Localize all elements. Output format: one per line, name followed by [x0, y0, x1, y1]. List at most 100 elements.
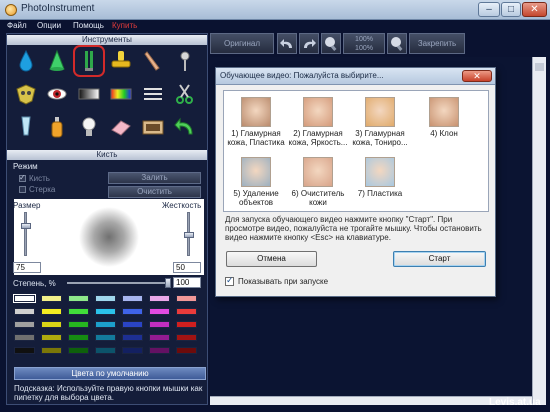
- gradient-tool-icon[interactable]: [76, 81, 102, 107]
- menu-buy[interactable]: Купить: [112, 21, 137, 30]
- color-swatch[interactable]: [95, 347, 116, 354]
- show-on-startup-checkbox[interactable]: [225, 275, 234, 286]
- redo-button[interactable]: [299, 33, 319, 54]
- tube-tool-icon[interactable]: [13, 114, 39, 140]
- bottle-tool-icon[interactable]: [44, 114, 70, 140]
- left-panel: Инструменты Кисть Режим ✓ Кисть Стерка З…: [6, 33, 208, 405]
- color-swatch[interactable]: [95, 308, 116, 315]
- color-swatch[interactable]: [122, 308, 143, 315]
- opacity-slider[interactable]: [67, 278, 171, 288]
- mode-brush-radio[interactable]: [19, 173, 26, 182]
- color-swatch[interactable]: [68, 295, 89, 302]
- spectrum-tool-icon[interactable]: [108, 81, 134, 107]
- horizontal-scrollbar[interactable]: [210, 396, 532, 405]
- color-swatch[interactable]: [176, 295, 197, 302]
- color-swatch[interactable]: [14, 347, 35, 354]
- size-value-field[interactable]: 75: [13, 262, 41, 273]
- color-swatch[interactable]: [149, 308, 170, 315]
- menu-options[interactable]: Опции: [37, 21, 61, 30]
- video-item-3[interactable]: 3) Гламурная кожа, Тониро...: [350, 97, 410, 147]
- lock-button[interactable]: Закрепить: [409, 33, 465, 54]
- color-swatch[interactable]: [13, 294, 36, 303]
- clear-button[interactable]: Очистить: [108, 186, 201, 198]
- color-swatch[interactable]: [122, 295, 143, 302]
- color-swatch[interactable]: [149, 334, 170, 341]
- color-swatch[interactable]: [95, 295, 116, 302]
- color-swatch[interactable]: [68, 347, 89, 354]
- color-swatch[interactable]: [176, 308, 197, 315]
- color-swatch[interactable]: [149, 295, 170, 302]
- video-item-7[interactable]: 7) Пластика: [350, 157, 410, 198]
- cancel-button[interactable]: Отмена: [226, 251, 317, 267]
- video-label: 5) Удаление объектов: [233, 189, 279, 207]
- color-swatch[interactable]: [14, 334, 35, 341]
- opacity-value-field[interactable]: 100: [173, 277, 201, 288]
- hardness-slider[interactable]: [184, 212, 194, 256]
- color-swatch[interactable]: [149, 321, 170, 328]
- stamp-tool-icon[interactable]: [108, 48, 134, 74]
- window-close-button[interactable]: ✕: [522, 2, 547, 17]
- video-item-6[interactable]: 6) Очиститель кожи: [288, 157, 348, 207]
- original-button[interactable]: Оригинал: [210, 33, 274, 54]
- drop-tool-icon[interactable]: [13, 48, 39, 74]
- color-swatch[interactable]: [68, 334, 89, 341]
- menu-file[interactable]: Файл: [7, 21, 27, 30]
- pin-tool-icon[interactable]: [172, 48, 198, 74]
- start-button[interactable]: Старт: [393, 251, 486, 267]
- scroll-up-arrow[interactable]: [535, 63, 544, 71]
- video-item-1[interactable]: 1) Гламурная кожа, Пластика: [226, 97, 286, 147]
- opacity-slider-knob[interactable]: [165, 278, 171, 288]
- dialog-close-button[interactable]: ✕: [462, 70, 492, 82]
- video-item-2[interactable]: 2) Гламурная кожа, Яркость...: [288, 97, 348, 147]
- film-tool-icon[interactable]: [140, 114, 166, 140]
- color-swatch[interactable]: [149, 347, 170, 354]
- hardness-slider-knob[interactable]: [184, 232, 194, 238]
- color-swatch[interactable]: [122, 347, 143, 354]
- color-swatch[interactable]: [176, 321, 197, 328]
- size-slider[interactable]: [21, 212, 31, 256]
- color-swatch[interactable]: [41, 334, 62, 341]
- brush-tool-icon[interactable]: [73, 45, 105, 77]
- zoom-out-button[interactable]: [321, 33, 341, 54]
- color-swatch[interactable]: [68, 321, 89, 328]
- fill-button[interactable]: Залить: [108, 172, 201, 184]
- color-swatch[interactable]: [41, 295, 62, 302]
- cone-tool-icon[interactable]: [44, 48, 70, 74]
- color-swatch[interactable]: [95, 321, 116, 328]
- undo-button[interactable]: [277, 33, 297, 54]
- top-toolbar: Оригинал 100% 100% Закрепить: [210, 33, 465, 55]
- mask-tool-icon[interactable]: [13, 81, 39, 107]
- eraser-tool-icon[interactable]: [108, 114, 134, 140]
- video-label: 2) Гламурная кожа, Яркость...: [288, 129, 348, 147]
- color-swatch[interactable]: [176, 334, 197, 341]
- color-swatch[interactable]: [41, 308, 62, 315]
- minimize-button[interactable]: –: [478, 2, 500, 17]
- size-slider-knob[interactable]: [21, 223, 31, 229]
- color-swatch[interactable]: [95, 334, 116, 341]
- menu-help[interactable]: Помощь: [73, 21, 104, 30]
- color-swatch[interactable]: [68, 308, 89, 315]
- video-item-4[interactable]: 4) Клон: [414, 97, 474, 138]
- undo-arrow-tool-icon[interactable]: [172, 114, 198, 140]
- eye-tool-icon[interactable]: [44, 81, 70, 107]
- smudge-tool-icon[interactable]: [140, 48, 166, 74]
- zoom-in-button[interactable]: [387, 33, 407, 54]
- app-logo-icon: [5, 4, 17, 16]
- color-swatch[interactable]: [41, 321, 62, 328]
- video-item-5[interactable]: 5) Удаление объектов: [226, 157, 286, 207]
- maximize-button[interactable]: □: [501, 2, 521, 17]
- mode-eraser-radio[interactable]: [19, 186, 26, 193]
- color-swatch[interactable]: [41, 347, 62, 354]
- default-colors-button[interactable]: Цвета по умолчанию: [14, 367, 206, 380]
- color-swatch[interactable]: [14, 308, 35, 315]
- bulb-tool-icon[interactable]: [76, 114, 102, 140]
- hardness-value-field[interactable]: 50: [173, 262, 201, 273]
- lines-tool-icon[interactable]: [140, 81, 166, 107]
- color-swatch[interactable]: [122, 321, 143, 328]
- vertical-scrollbar[interactable]: [532, 57, 546, 405]
- mode-eraser-label: Стерка: [29, 185, 56, 194]
- color-swatch[interactable]: [122, 334, 143, 341]
- scissors-tool-icon[interactable]: [172, 81, 198, 107]
- color-swatch[interactable]: [176, 347, 197, 354]
- color-swatch[interactable]: [14, 321, 35, 328]
